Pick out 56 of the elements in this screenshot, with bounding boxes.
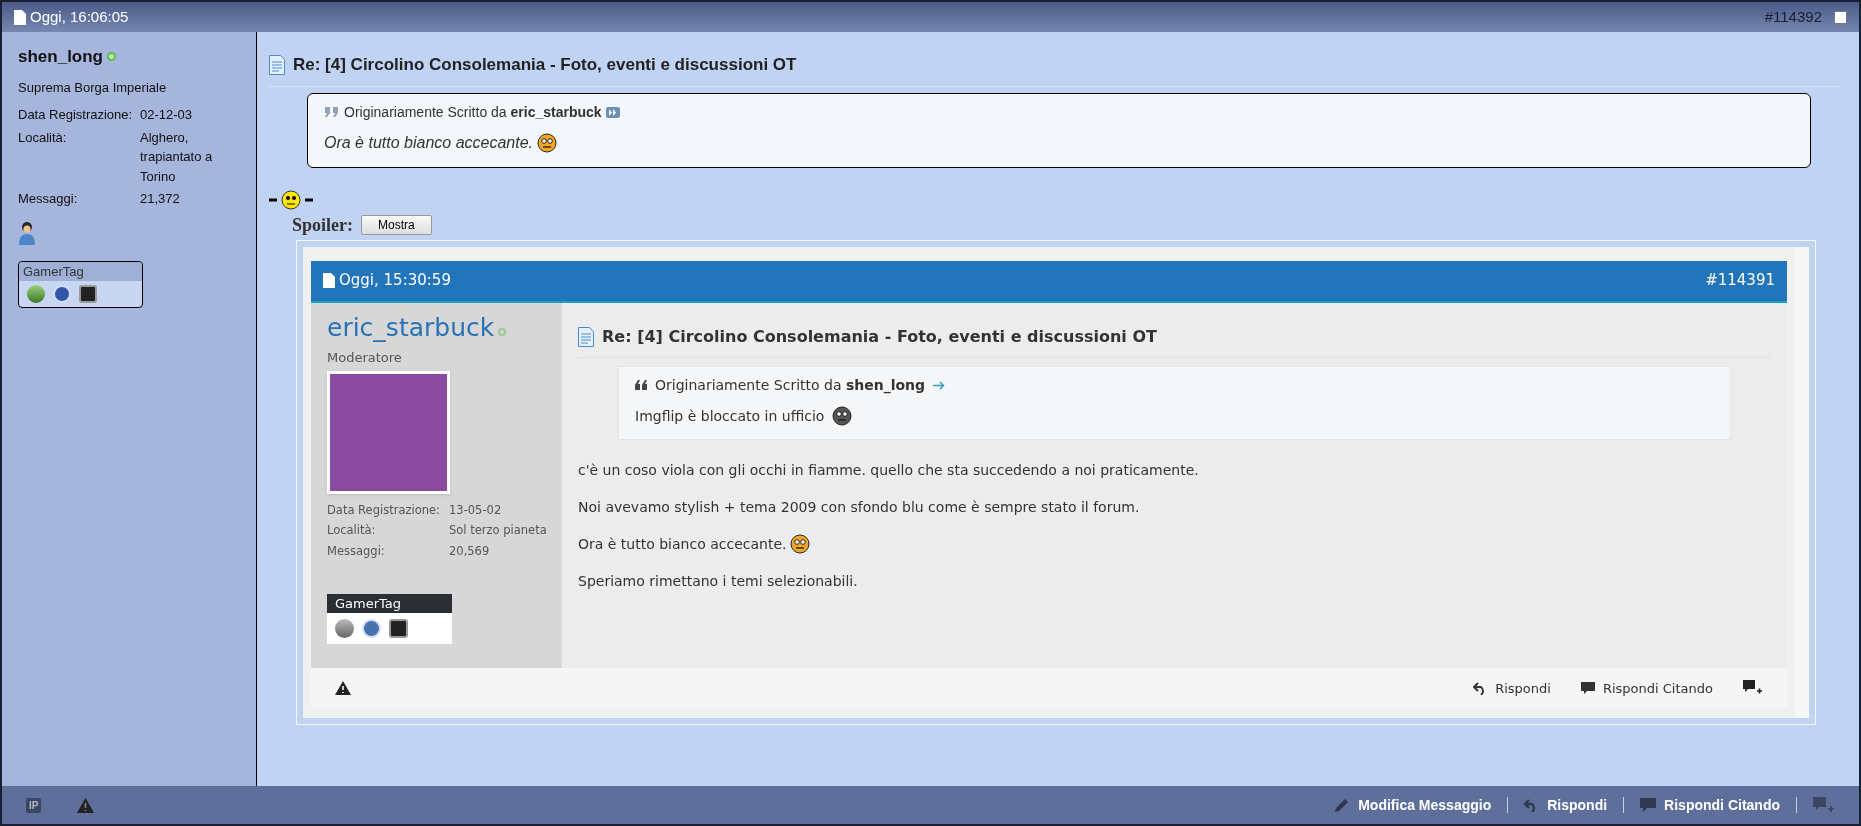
- document-icon: [323, 273, 335, 288]
- field-label: Località:: [327, 522, 377, 540]
- quote-text: Ora è tutto bianco accecante.: [324, 132, 533, 153]
- field-label: Messaggi:: [18, 190, 79, 208]
- spoiler-label: Spoiler:: [292, 213, 353, 237]
- field-value: 21,372: [140, 190, 180, 208]
- multi-quote-icon[interactable]: [1743, 680, 1763, 697]
- quote-bubble-icon: [1580, 682, 1595, 695]
- footer-action-link[interactable]: Rispondi: [1524, 794, 1608, 816]
- post-number[interactable]: #114392: [1764, 5, 1822, 29]
- footer-action-link[interactable]: Modifica Messaggio: [1334, 794, 1492, 816]
- field-label: Messaggi:: [327, 542, 386, 560]
- quote-attribution: Originariamente Scritto da eric_starbuck: [344, 102, 602, 122]
- post-number[interactable]: #114391: [1705, 269, 1775, 292]
- document-icon: [269, 54, 285, 75]
- show-spoiler-button[interactable]: Mostra: [361, 215, 432, 235]
- gamertag-label: GamerTag: [327, 593, 452, 614]
- user-icon: [18, 220, 36, 245]
- gamertag-label: GamerTag: [19, 261, 142, 281]
- smiley-icon: [269, 189, 313, 210]
- field-value: 20,569: [449, 542, 490, 560]
- reply-link[interactable]: Rispondi: [1473, 678, 1551, 698]
- field-label: Località:: [18, 128, 68, 147]
- field-value: Alghero, trapiantato a Torino: [140, 128, 214, 186]
- reply-link[interactable]: Rispondi Citando: [1580, 678, 1713, 698]
- field-value: 13-05-02: [449, 502, 502, 519]
- pencil-icon: [1334, 797, 1351, 813]
- post-text: Speriamo rimettano i temi selezionabili.: [578, 571, 858, 591]
- quote-bubble-icon: [1640, 798, 1657, 812]
- user-role: Moderatore: [327, 348, 403, 367]
- report-warning-icon[interactable]: [335, 681, 351, 696]
- post-text: Noi avevamo stylish + tema 2009 con sfondo blu come è sempre stato il forum.: [578, 497, 1140, 517]
- document-icon: [14, 9, 26, 25]
- post-date: Oggi, 15:30:59: [339, 270, 451, 292]
- footer-action-link[interactable]: Rispondi Citando: [1640, 794, 1780, 816]
- field-value: 02-12-03: [140, 106, 193, 124]
- arrow-icon[interactable]: [933, 380, 946, 390]
- post-title: Re: [4] Circolino Consolemania - Foto, eventi e discussioni OT: [293, 54, 797, 76]
- field-label: Data Registrazione:: [327, 502, 441, 519]
- post-text: Ora è tutto bianco accecante.: [578, 534, 787, 554]
- field-value: Sol terzo pianeta: [449, 522, 547, 540]
- username[interactable]: eric_starbuck: [327, 314, 495, 340]
- post-date: Oggi, 16:06:05: [30, 6, 129, 27]
- quote-text: Imgflip è bloccato in ufficio: [635, 406, 825, 426]
- field-label: Data Registrazione:: [18, 106, 134, 124]
- post-title: Re: [4] Circolino Consolemania - Foto, eventi e discussioni OT: [602, 325, 1157, 348]
- quote-icon: [635, 380, 647, 390]
- ip-icon[interactable]: IP: [26, 797, 42, 813]
- user-title: Suprema Borga Imperiale: [18, 78, 168, 97]
- post-text: c'è un coso viola con gli occhi in fiamme. quello che sta succedendo a noi praticamente.: [578, 460, 1199, 480]
- document-icon: [578, 326, 594, 347]
- username[interactable]: shen_long: [18, 44, 103, 70]
- quote-attribution: Originariamente Scritto da shen_long: [655, 375, 926, 396]
- select-checkbox[interactable]: [1834, 10, 1847, 24]
- quote-icon: [324, 106, 340, 118]
- view-post-button[interactable]: [605, 106, 620, 118]
